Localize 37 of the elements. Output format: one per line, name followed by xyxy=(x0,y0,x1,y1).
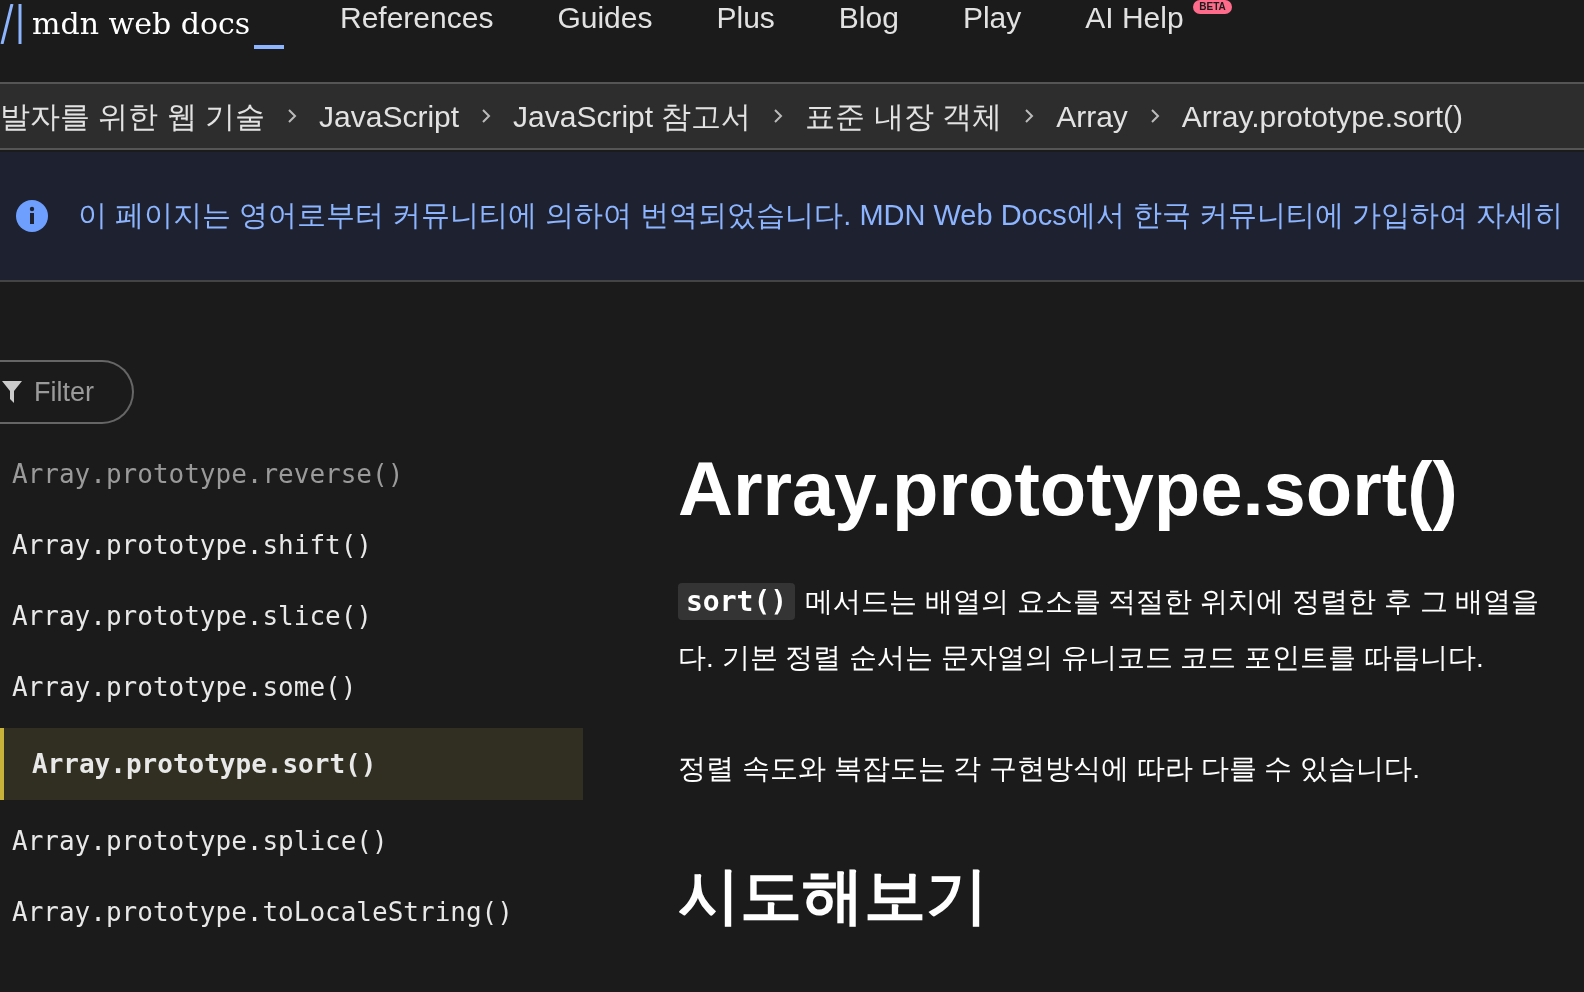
sidebar-item[interactable]: Array.prototype.slice() xyxy=(0,586,583,646)
sidebar-item[interactable]: Array.prototype.toLocaleString() xyxy=(0,882,583,942)
section-heading: 시도해보기 xyxy=(678,860,989,932)
logo-wordmark[interactable]: mdn web docs xyxy=(32,4,251,44)
chevron-icon xyxy=(287,108,297,124)
cursor-mark xyxy=(254,45,285,49)
logo-icon xyxy=(0,4,22,44)
chevron-icon xyxy=(1149,108,1160,124)
breadcrumb-link[interactable]: Array xyxy=(1056,93,1128,139)
inline-code: sort() xyxy=(678,583,796,620)
nav-link[interactable]: Blog xyxy=(838,0,899,36)
sidebar-item[interactable]: Array.prototype.some() xyxy=(0,657,583,717)
breadcrumb-link[interactable]: JavaScript xyxy=(319,93,460,139)
filter-field[interactable]: Filter xyxy=(0,360,134,424)
chevron-icon xyxy=(1024,108,1035,124)
page-title: Array.prototype.sort() xyxy=(678,445,1459,533)
sidebar-item[interactable]: Array.prototype.splice() xyxy=(0,811,583,871)
sidebar-item[interactable]: Array.prototype.shift() xyxy=(0,515,583,575)
breadcrumb-link[interactable]: Array.prototype.sort() xyxy=(1181,93,1464,139)
nav-link[interactable]: References xyxy=(340,0,494,36)
breadcrumb-link[interactable]: 발자를 위한 웹 기술 xyxy=(0,93,265,139)
nav-link[interactable]: Plus xyxy=(716,0,775,36)
breadcrumb-link[interactable]: JavaScript 참고서 xyxy=(513,93,752,139)
note-paragraph: 정렬 속도와 복잡도는 각 구현방식에 따라 다를 수 있습니다. xyxy=(678,752,1421,786)
beta-badge: BETA xyxy=(1193,0,1232,14)
chevron-icon xyxy=(773,108,784,124)
breadcrumb-link[interactable]: 표준 내장 객체 xyxy=(805,93,1003,139)
sidebar-item[interactable]: Array.prototype.reverse() xyxy=(0,444,583,504)
chevron-icon xyxy=(481,108,492,124)
sidebar-item[interactable]: Array.prototype.sort() xyxy=(0,728,583,800)
nav-link[interactable]: Guides xyxy=(557,0,653,36)
nav-link[interactable]: Play xyxy=(962,0,1022,36)
intro-paragraph: sort() 메서드는 배열의 요소를 적절한 위치에 정렬한 후 그 배열을 다. 기본 정렬 순서는 문자열의 유니코드 코드 포인트를 따릅니다. xyxy=(678,582,1540,675)
filter-icon xyxy=(2,381,22,403)
nav-link[interactable]: AI Help xyxy=(1085,0,1184,36)
banner-text: 이 페이지는 영어로부터 커뮤니티에 의하여 번역되었습니다. MDN Web Docs에서 한국 커뮤니티에 가입하여 자세히 xyxy=(78,198,1563,234)
info-icon xyxy=(16,200,48,232)
